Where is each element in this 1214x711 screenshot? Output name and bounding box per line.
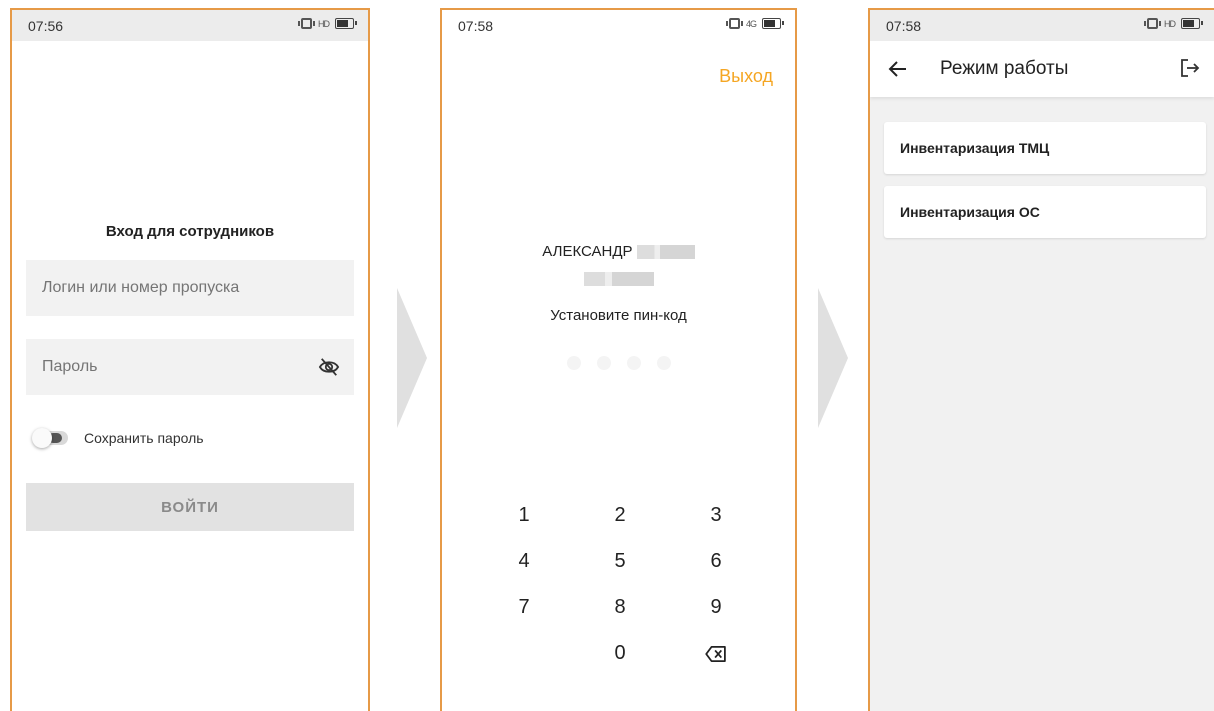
signal-icon: HD <box>318 18 330 29</box>
pin-dots <box>567 356 671 370</box>
password-field <box>26 339 354 395</box>
user-subtitle <box>442 270 795 288</box>
eye-off-icon[interactable] <box>318 357 340 377</box>
key-1[interactable]: 1 <box>476 502 572 528</box>
login-title: Вход для сотрудников <box>105 223 275 240</box>
battery-icon <box>335 18 357 29</box>
mode-screen: 07:58 HD Режим работы Инвентаризация ТМЦ… <box>868 8 1214 711</box>
status-time: 07:58 <box>458 18 494 34</box>
exit-button[interactable]: Выход <box>719 66 773 87</box>
pin-dot <box>597 356 611 370</box>
back-arrow-icon[interactable] <box>888 59 908 79</box>
pin-dot <box>627 356 641 370</box>
key-6[interactable]: 6 <box>668 548 764 574</box>
save-password-row: Сохранить пароль <box>32 428 204 448</box>
pin-dot <box>657 356 671 370</box>
status-bar: 07:58 4G <box>442 10 795 41</box>
key-9[interactable]: 9 <box>668 594 764 620</box>
key-7[interactable]: 7 <box>476 594 572 620</box>
page-title: Режим работы <box>940 58 1069 79</box>
key-4[interactable]: 4 <box>476 548 572 574</box>
login-button[interactable]: ВОЙТИ <box>26 483 354 531</box>
key-3[interactable]: 3 <box>668 502 764 528</box>
password-input[interactable] <box>26 339 354 395</box>
redacted-surname <box>636 245 695 260</box>
menu-item-inventory-tmc[interactable]: Инвентаризация ТМЦ <box>884 122 1206 174</box>
signal-icon: 4G <box>745 18 757 29</box>
chevron-right-icon <box>397 288 427 428</box>
keypad: 1 2 3 4 5 6 7 8 9 0 <box>476 502 766 666</box>
status-time: 07:56 <box>28 18 64 34</box>
app-bar: Режим работы <box>870 41 1214 97</box>
save-password-toggle[interactable] <box>32 428 68 448</box>
status-bar: 07:56 HD <box>12 10 368 41</box>
user-name: АЛЕКСАНДР <box>442 243 795 260</box>
backspace-icon <box>705 645 726 662</box>
key-8[interactable]: 8 <box>572 594 668 620</box>
key-5[interactable]: 5 <box>572 548 668 574</box>
pin-dot <box>567 356 581 370</box>
key-empty <box>476 640 572 666</box>
login-input[interactable] <box>26 260 354 316</box>
status-bar: 07:58 HD <box>870 10 1214 41</box>
redacted-patronymic <box>583 271 654 286</box>
signal-icon: HD <box>1164 18 1176 29</box>
pin-prompt: Установите пин-код <box>550 307 687 324</box>
battery-icon <box>1181 18 1203 29</box>
key-backspace[interactable] <box>668 640 764 666</box>
status-time: 07:58 <box>886 18 922 34</box>
key-2[interactable]: 2 <box>572 502 668 528</box>
menu-item-inventory-os[interactable]: Инвентаризация ОС <box>884 186 1206 238</box>
pin-screen: 07:58 4G Выход АЛЕКСАНДР Установите пин-… <box>440 8 797 711</box>
chevron-right-icon <box>818 288 848 428</box>
vibrate-icon <box>1144 18 1161 29</box>
save-password-label: Сохранить пароль <box>84 430 204 446</box>
key-0[interactable]: 0 <box>572 640 668 666</box>
battery-icon <box>762 18 784 29</box>
login-screen: 07:56 HD Вход для сотрудников Сохранить … <box>10 8 370 711</box>
logout-icon[interactable] <box>1180 58 1200 78</box>
vibrate-icon <box>725 18 743 29</box>
vibrate-icon <box>298 18 315 29</box>
